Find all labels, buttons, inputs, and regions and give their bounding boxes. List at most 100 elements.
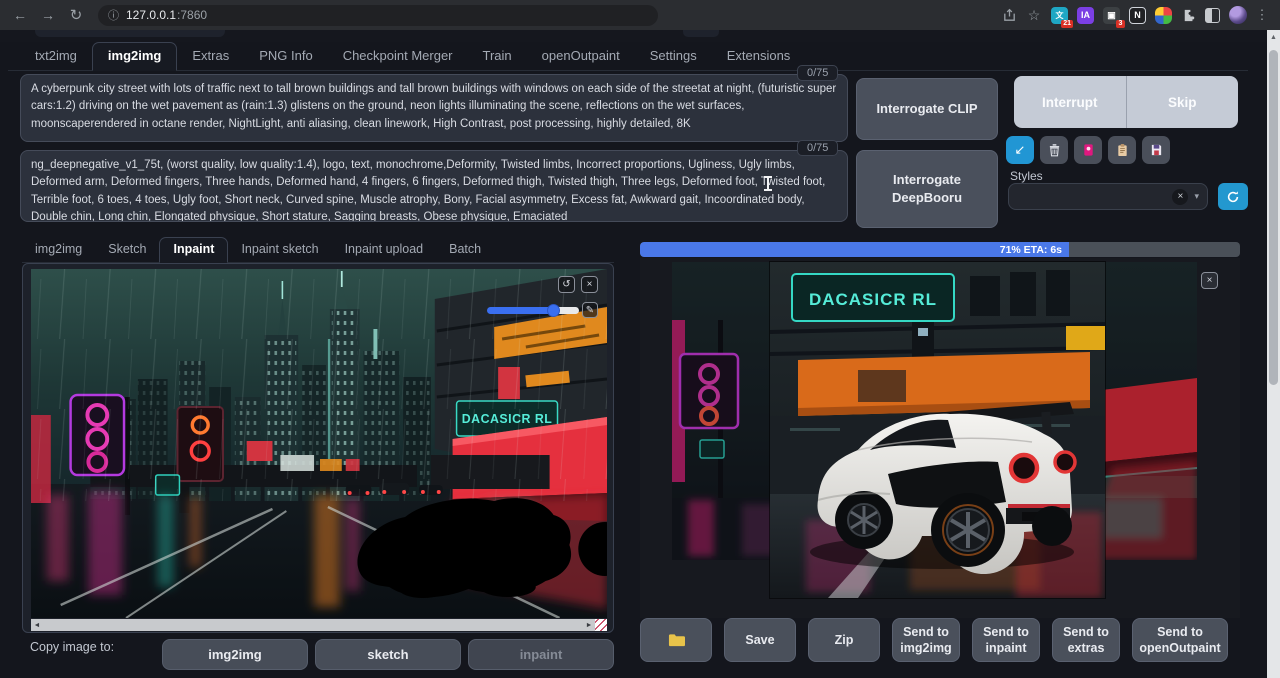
inpaint-canvas-panel: DACASICR RL [22,263,614,633]
close-icon: × [587,279,593,290]
subtab-inpaint-sketch[interactable]: Inpaint sketch [228,238,331,262]
generation-controls: Interrupt Skip [1014,76,1238,128]
tab-settings[interactable]: Settings [635,43,712,70]
output-actions: Save Zip Send to img2img Send to inpaint… [640,618,1240,662]
progress-label: 71% ETA: 6s [1000,244,1062,256]
clear-prompt-button[interactable] [1040,136,1068,164]
share-icon[interactable] [1002,8,1017,23]
clear-image-button[interactable]: × [581,276,598,293]
notion-extension-icon[interactable]: N [1129,7,1146,24]
copy-image-to-label: Copy image to: [30,640,114,654]
brush-size-slider[interactable] [487,307,579,314]
close-preview-button[interactable]: × [1201,272,1218,289]
prompt-input[interactable]: A cyberpunk city street with lots of tra… [20,74,848,142]
skip-button[interactable]: Skip [1126,76,1239,128]
reload-icon[interactable]: ↻ [64,3,88,27]
browser-actions: ☆ 文21 IA ▣3 N ⋮ [1002,3,1272,27]
negative-prompt-input[interactable]: ng_deepnegative_v1_75t, (worst quality, … [20,150,848,222]
zip-button[interactable]: Zip [808,618,880,662]
send-to-openoutpaint-button[interactable]: Send to openOutpaint [1132,618,1228,662]
generation-progress-bar: 71% ETA: 6s [640,242,1240,257]
apply-styles-button[interactable] [1108,136,1136,164]
tab-png-info[interactable]: PNG Info [244,43,327,70]
trash-icon [1048,143,1061,157]
scroll-up-icon[interactable]: ▲ [1267,30,1280,41]
tab-checkpoint-merger[interactable]: Checkpoint Merger [328,43,468,70]
subtab-img2img[interactable]: img2img [22,238,95,262]
page-scrollbar-thumb[interactable] [1269,50,1278,385]
refresh-icon [1226,190,1240,204]
clipboard-icon [1116,143,1129,157]
translate-extension-icon[interactable]: 文21 [1051,7,1068,24]
pencil-icon: ✎ [586,305,594,316]
undo-icon: ↺ [562,279,570,290]
send-to-extras-button[interactable]: Send to extras [1052,618,1120,662]
profile-avatar[interactable] [1229,6,1247,24]
forward-icon[interactable]: → [36,3,60,27]
live-preview-image: DACASICR RL [770,262,1105,598]
floppy-disk-icon [1150,143,1163,157]
subtab-inpaint-upload[interactable]: Inpaint upload [332,238,437,262]
tab-txt2img[interactable]: txt2img [20,43,92,70]
close-icon: × [1207,275,1213,286]
extension-badge: 21 [1061,20,1073,28]
bookmark-star-icon[interactable]: ☆ [1026,3,1042,27]
scroll-right-icon[interactable]: ► [583,622,595,629]
copy-to-img2img-button[interactable]: img2img [162,639,308,670]
undo-button[interactable]: ↺ [558,276,575,293]
negative-prompt-token-counter: 0/75 [797,140,838,156]
extra-networks-button[interactable] [1074,136,1102,164]
sidebar-toggle-icon[interactable] [1205,8,1220,23]
scrolled-element-peek [683,30,719,37]
browser-menu-icon[interactable]: ⋮ [1256,3,1268,27]
copy-to-inpaint-button[interactable]: inpaint [468,639,614,670]
copy-to-sketch-button[interactable]: sketch [315,639,461,670]
open-folder-button[interactable] [640,618,712,662]
colorpick-extension-icon[interactable] [1155,7,1172,24]
img2img-mode-tabs: img2img Sketch Inpaint Inpaint sketch In… [22,236,614,263]
inpaint-canvas[interactable]: DACASICR RL [31,269,607,618]
neon-sign-text: DACASICR RL [809,290,937,309]
text-cursor [763,176,773,191]
paste-params-button[interactable]: ↙ [1006,136,1034,164]
extensions-puzzle-icon[interactable] [1181,8,1196,23]
subtab-batch[interactable]: Batch [436,238,494,262]
tab-train[interactable]: Train [468,43,527,70]
ia-extension-icon[interactable]: IA [1077,7,1094,24]
page-scrollbar[interactable]: ▲ [1267,30,1280,678]
tab-extensions[interactable]: Extensions [712,43,806,70]
save-style-button[interactable] [1142,136,1170,164]
page-top-strip [0,30,1280,42]
extra-networks-card-icon [1082,143,1095,157]
output-preview-panel: DACASICR RL [640,258,1240,618]
save-button[interactable]: Save [724,618,796,662]
folder-icon [668,633,685,647]
scroll-left-icon[interactable]: ◄ [31,622,43,629]
address-bar[interactable]: ⓘ 127.0.0.1:7860 [98,5,658,26]
interrupt-button[interactable]: Interrupt [1014,76,1126,128]
browser-toolbar: ← → ↻ ⓘ 127.0.0.1:7860 ☆ 文21 IA ▣3 N ⋮ [0,0,1280,30]
styles-label: Styles [1010,169,1043,183]
send-to-img2img-button[interactable]: Send to img2img [892,618,960,662]
site-info-icon[interactable]: ⓘ [108,7,119,23]
cyberpunk-street-image: DACASICR RL [31,269,607,618]
canvas-horizontal-scrollbar[interactable]: ◄ ► [31,619,607,631]
progress-fill: 71% ETA: 6s [640,242,1069,257]
paste-arrow-icon: ↙ [1015,142,1026,158]
resize-handle[interactable] [595,619,607,631]
send-to-inpaint-button[interactable]: Send to inpaint [972,618,1040,662]
tab-extras[interactable]: Extras [177,43,244,70]
refresh-styles-button[interactable] [1218,183,1248,210]
chevron-down-icon[interactable]: ▾ [1194,191,1199,202]
styles-dropdown[interactable]: × ▾ [1008,183,1208,210]
messages-extension-icon[interactable]: ▣3 [1103,7,1120,24]
brush-adjust-button[interactable]: ✎ [582,302,598,318]
interrogate-deepbooru-button[interactable]: Interrogate DeepBooru [856,150,998,228]
clear-styles-icon[interactable]: × [1172,189,1188,205]
tab-openoutpaint[interactable]: openOutpaint [527,43,635,70]
subtab-sketch[interactable]: Sketch [95,238,159,262]
tab-img2img[interactable]: img2img [92,42,177,71]
interrogate-clip-button[interactable]: Interrogate CLIP [856,78,998,140]
subtab-inpaint[interactable]: Inpaint [159,237,228,263]
back-icon[interactable]: ← [8,3,32,27]
